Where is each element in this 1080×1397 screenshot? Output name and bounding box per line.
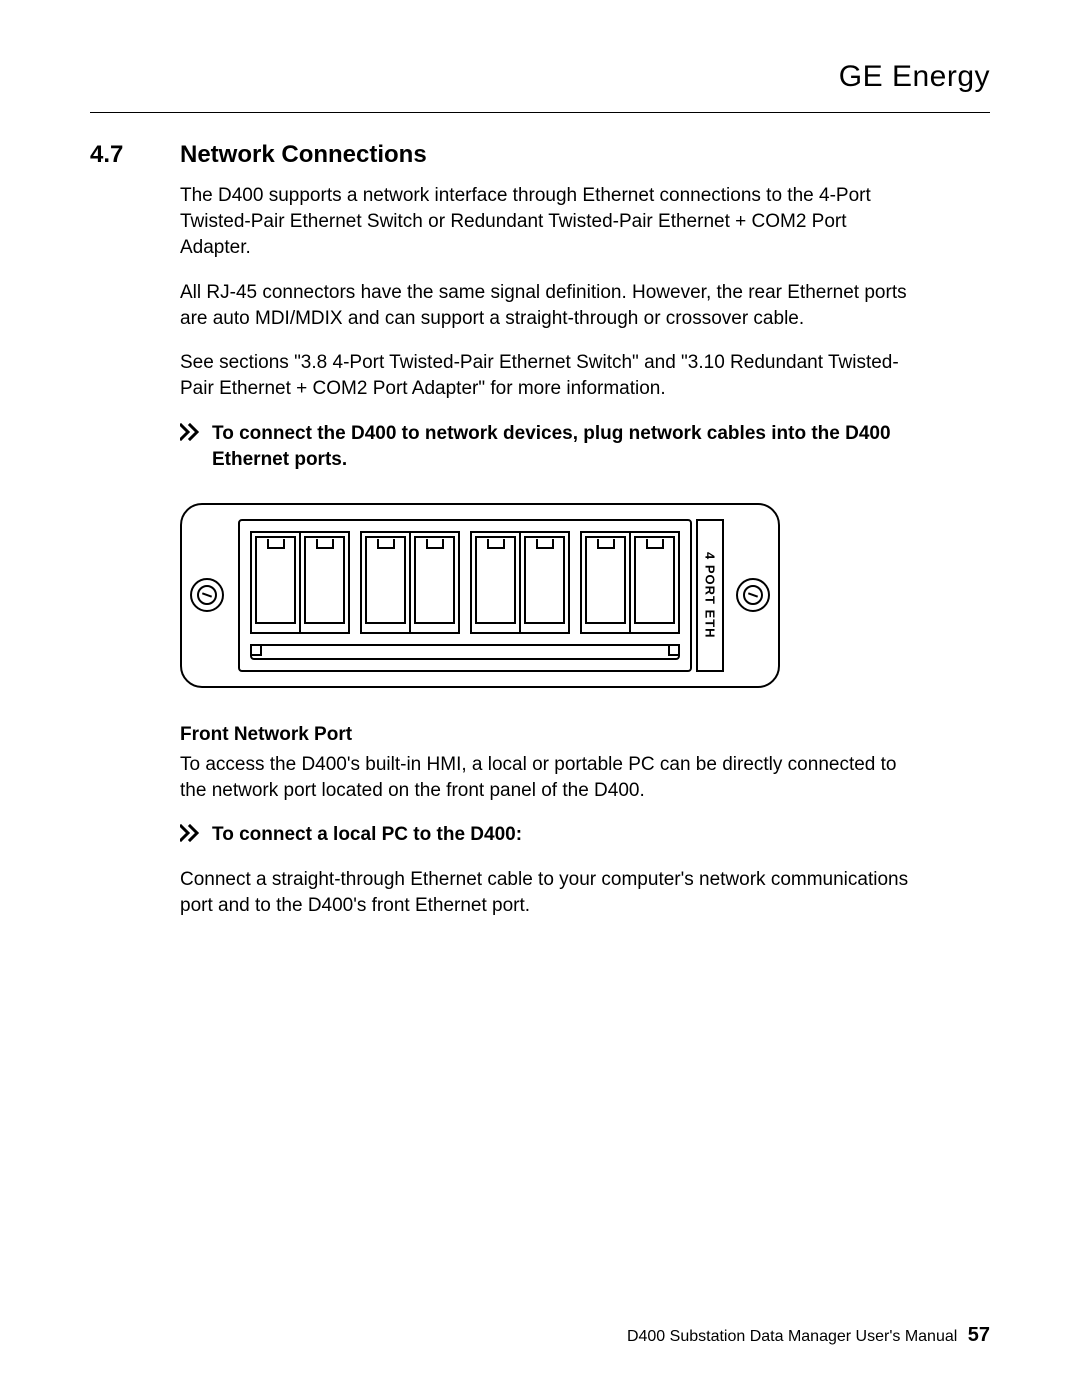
action-text: To connect a local PC to the D400: <box>212 822 522 848</box>
page-footer: D400 Substation Data Manager User's Manu… <box>627 1324 990 1347</box>
rj45-pair <box>580 531 680 634</box>
connector-frame <box>238 519 692 672</box>
footer-doc-title: D400 Substation Data Manager User's Manu… <box>627 1328 957 1345</box>
screw-icon <box>190 578 224 612</box>
paragraph: See sections "3.8 4-Port Twisted-Pair Et… <box>180 350 910 402</box>
screw-icon <box>736 578 770 612</box>
paragraph: Connect a straight-through Ethernet cabl… <box>180 867 910 919</box>
action-step: To connect the D400 to network devices, … <box>180 421 940 473</box>
body-block: Front Network Port To access the D400's … <box>180 724 910 804</box>
header-brand: GE Energy <box>90 60 990 94</box>
rj45-pair <box>250 531 350 634</box>
rj45-pair <box>360 531 460 634</box>
section-title: Network Connections <box>180 141 427 169</box>
rj45-pair <box>470 531 570 634</box>
device-label-text: 4 PORT ETH <box>703 552 718 639</box>
section-number: 4.7 <box>90 141 180 169</box>
device-label: 4 PORT ETH <box>696 519 724 672</box>
chevrons-icon <box>180 824 202 842</box>
document-page: GE Energy 4.7 Network Connections The D4… <box>0 0 1080 1397</box>
subheading: Front Network Port <box>180 724 910 746</box>
action-step: To connect a local PC to the D400: <box>180 822 940 848</box>
body-block: Connect a straight-through Ethernet cabl… <box>180 867 910 919</box>
header-rule <box>90 112 990 113</box>
paragraph: To access the D400's built-in HMI, a loc… <box>180 752 910 804</box>
action-text: To connect the D400 to network devices, … <box>212 421 940 473</box>
chevrons-icon <box>180 423 202 441</box>
body-block: The D400 supports a network interface th… <box>180 183 910 403</box>
footer-page-number: 57 <box>968 1324 990 1346</box>
figure-ethernet-panel: 4 PORT ETH <box>180 503 990 688</box>
section-heading: 4.7 Network Connections <box>90 141 990 169</box>
paragraph: All RJ-45 connectors have the same signa… <box>180 280 910 332</box>
paragraph: The D400 supports a network interface th… <box>180 183 910 262</box>
